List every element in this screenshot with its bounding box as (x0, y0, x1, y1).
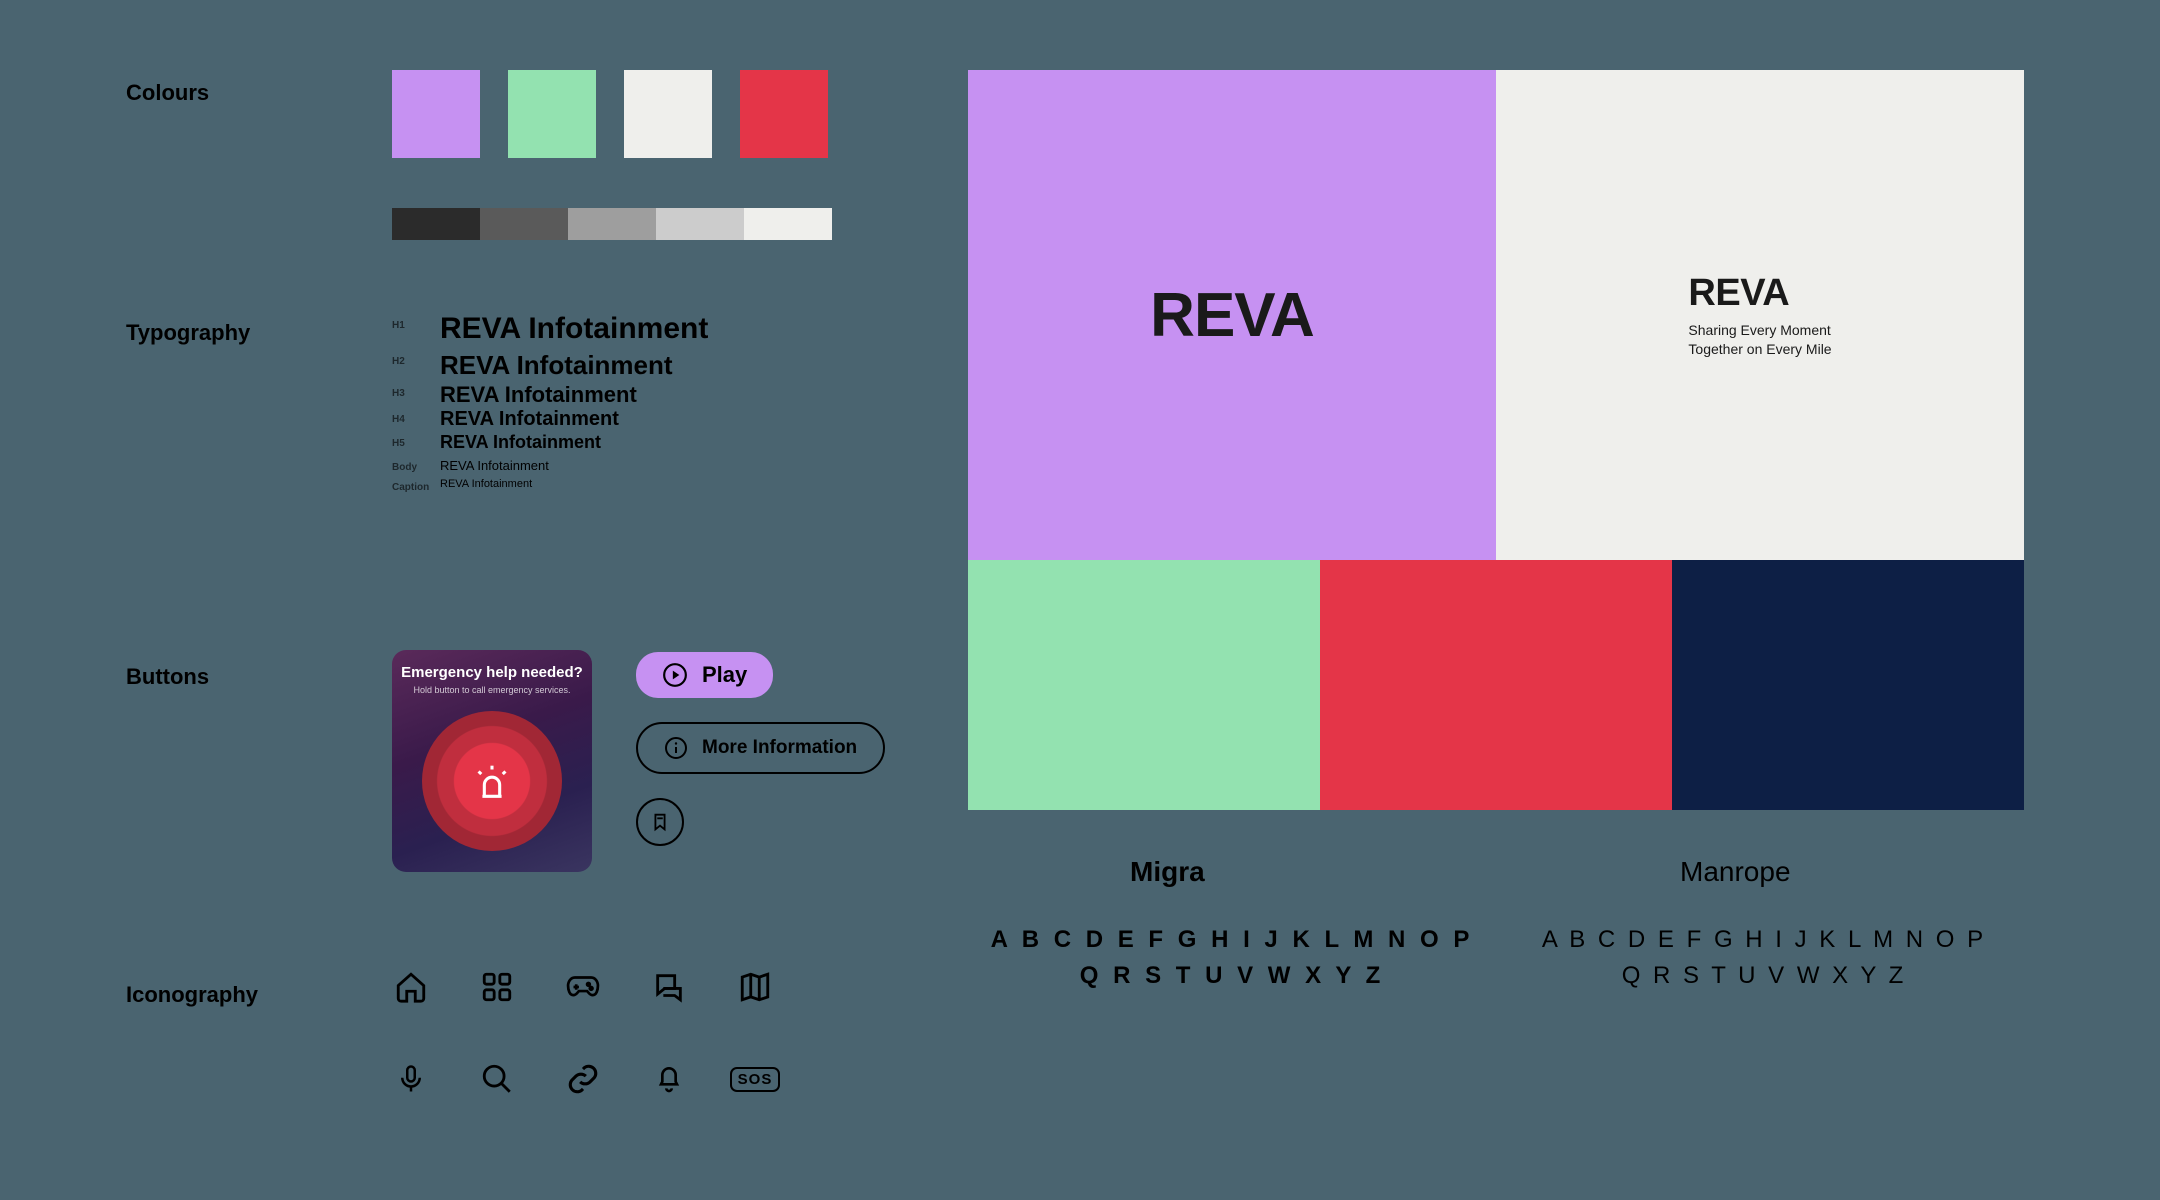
play-icon (662, 662, 688, 688)
brand-tile-green (968, 560, 1320, 810)
icon-row-2: SOS (392, 1060, 774, 1098)
brand-tile-navy (1672, 560, 2024, 810)
link-icon (564, 1060, 602, 1098)
swatch-purple (392, 70, 480, 158)
siren-icon (469, 758, 515, 804)
section-buttons-label: Buttons (126, 664, 209, 690)
typo-label-body: Body (392, 462, 417, 473)
bookmark-button[interactable] (636, 798, 684, 846)
typo-h5: REVA Infotainment (440, 432, 601, 453)
typo-body: REVA Infotainment (440, 458, 549, 473)
reva-logo-large: REVA (1150, 280, 1314, 351)
reva-logo-small: REVA (1688, 272, 1831, 315)
chat-icon (650, 968, 688, 1006)
brand-tile-purple: REVA (968, 70, 1496, 560)
font-b-alpha-2: Q R S T U V W X Y Z (1500, 962, 2028, 990)
font-a-name: Migra (1130, 856, 1205, 888)
play-label: Play (702, 662, 747, 688)
typo-label-h4: H4 (392, 414, 405, 425)
play-button[interactable]: Play (636, 652, 773, 698)
typo-h3: REVA Infotainment (440, 382, 637, 408)
typo-label-h1: H1 (392, 320, 405, 331)
gamepad-icon (564, 968, 602, 1006)
brand-tile-red (1320, 560, 1672, 810)
brand-grid: REVA REVA Sharing Every Moment Together … (968, 70, 2024, 810)
grey-1 (392, 208, 480, 240)
grey-4 (656, 208, 744, 240)
section-iconography-label: Iconography (126, 982, 258, 1008)
info-icon (664, 736, 688, 760)
font-a-alpha-2: Q R S T U V W X Y Z (968, 962, 1496, 990)
grid-icon (478, 968, 516, 1006)
info-label: More Information (702, 737, 857, 759)
reva-tagline-1: Sharing Every Moment (1688, 321, 1831, 340)
info-button[interactable]: More Information (636, 722, 885, 774)
section-typography-label: Typography (126, 320, 250, 346)
swatch-red (740, 70, 828, 158)
reva-tagline-2: Together on Every Mile (1688, 340, 1831, 359)
typo-h4: REVA Infotainment (440, 408, 619, 431)
palette-primary (392, 70, 828, 158)
grey-3 (568, 208, 656, 240)
icon-row-1 (392, 968, 774, 1006)
font-b-name: Manrope (1680, 856, 1791, 888)
typo-label-caption: Caption (392, 482, 429, 493)
grey-2 (480, 208, 568, 240)
bookmark-icon (649, 811, 671, 833)
swatch-green (508, 70, 596, 158)
typo-label-h2: H2 (392, 356, 405, 367)
home-icon (392, 968, 430, 1006)
sos-icon: SOS (736, 1060, 774, 1098)
brand-tile-cream: REVA Sharing Every Moment Together on Ev… (1496, 70, 2024, 560)
section-colours-label: Colours (126, 80, 209, 106)
emergency-subtitle: Hold button to call emergency services. (413, 685, 570, 695)
bell-icon (650, 1060, 688, 1098)
emergency-title: Emergency help needed? (401, 664, 583, 681)
palette-greys (392, 208, 832, 240)
typo-label-h3: H3 (392, 388, 405, 399)
grey-5 (744, 208, 832, 240)
search-icon (478, 1060, 516, 1098)
map-icon (736, 968, 774, 1006)
siren-button[interactable] (422, 711, 562, 851)
swatch-cream (624, 70, 712, 158)
font-a-alpha-1: A B C D E F G H I J K L M N O P (968, 926, 1496, 954)
typo-h1: REVA Infotainment (440, 312, 708, 346)
mic-icon (392, 1060, 430, 1098)
typo-caption: REVA Infotainment (440, 478, 532, 490)
font-b-alpha-1: A B C D E F G H I J K L M N O P (1500, 926, 2028, 954)
typo-h2: REVA Infotainment (440, 350, 673, 381)
emergency-card[interactable]: Emergency help needed? Hold button to ca… (392, 650, 592, 872)
typo-label-h5: H5 (392, 438, 405, 449)
